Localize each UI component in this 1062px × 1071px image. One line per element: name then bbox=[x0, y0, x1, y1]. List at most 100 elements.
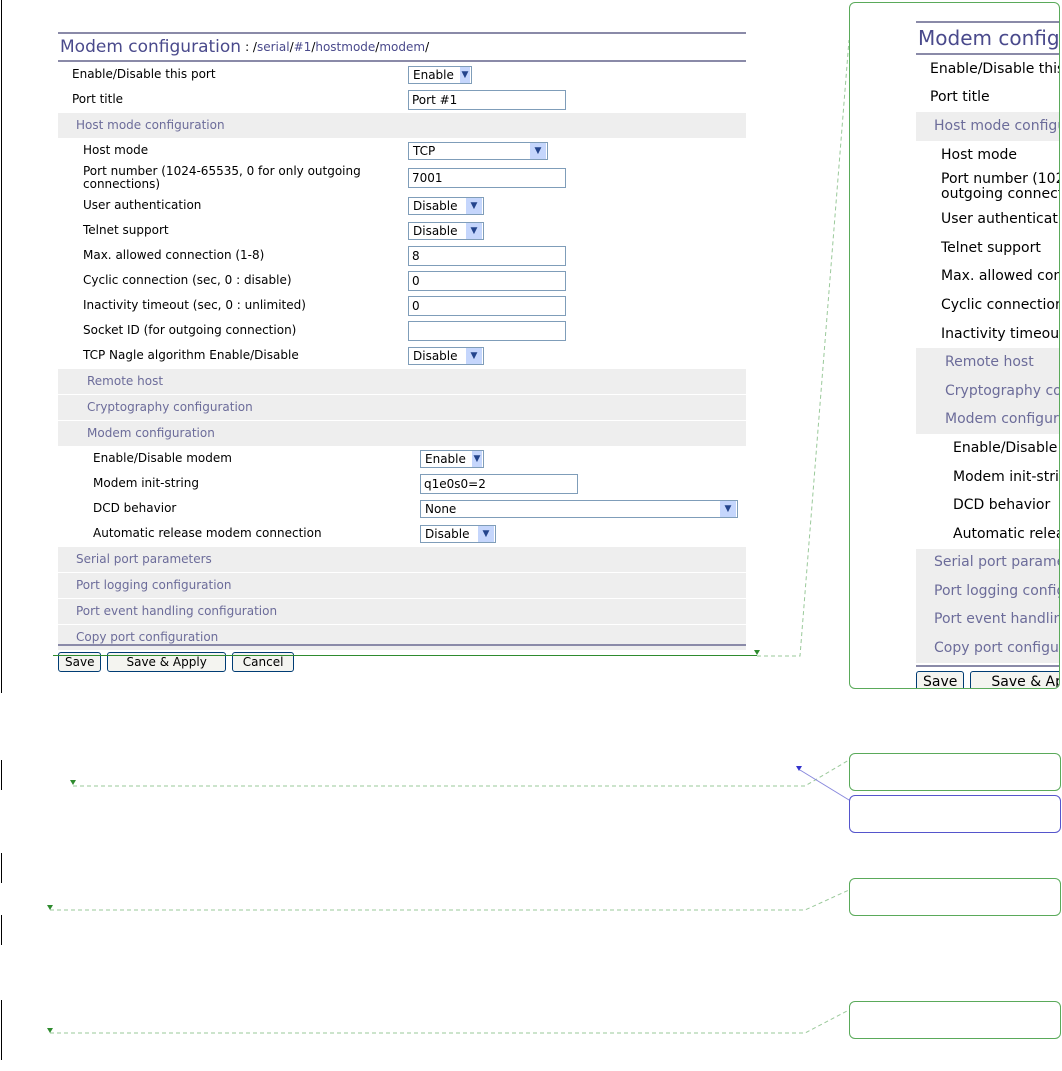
preview-row: Cyclic connection (sec, 0 : disable) bbox=[916, 291, 1059, 320]
telnet-support-select[interactable]: Disable ▼ bbox=[408, 221, 484, 240]
host-mode-select[interactable]: TCP ▼ bbox=[408, 141, 548, 160]
chevron-down-icon[interactable]: ▼ bbox=[466, 347, 482, 364]
comment-box-selected[interactable] bbox=[849, 795, 1061, 833]
preview-label: Host mode bbox=[941, 146, 1018, 163]
tcp-nagle-algorithm-enable-disable-select[interactable]: Disable ▼ bbox=[408, 346, 484, 365]
chevron-down-icon[interactable]: ▼ bbox=[478, 525, 494, 542]
preview-row: Modem init-string bbox=[916, 463, 1059, 492]
preview-label: Remote host bbox=[945, 354, 1034, 371]
margin-bar bbox=[1, 760, 2, 790]
preview-row: Port title bbox=[916, 84, 1059, 113]
select-value: TCP bbox=[413, 143, 436, 158]
chevron-down-icon[interactable]: ▼ bbox=[466, 197, 482, 214]
section-remote-host[interactable]: Remote host bbox=[58, 368, 746, 394]
port-title-input[interactable]: Port #1 bbox=[408, 89, 566, 110]
preview-row: Automatic release modem connection bbox=[916, 520, 1059, 549]
preview-save-apply-button: Save & Apply bbox=[970, 670, 1059, 688]
preview-label: Max. allowed connection (1-8) bbox=[941, 268, 1059, 285]
port-number-1024-65535-0-for-only-outgoing-connections-input[interactable]: 7001 bbox=[408, 168, 566, 188]
comment-preview-box[interactable]: Modem configuration Enable/Disable this … bbox=[849, 2, 1060, 689]
preview-row: User authentication bbox=[916, 205, 1059, 234]
comment-anchor-line bbox=[53, 655, 757, 656]
preview-row: Port number (1024-65535, 0 for only outg… bbox=[916, 169, 1059, 205]
form-row-max-allowed-connection-1-8: Max. allowed connection (1-8) 8 bbox=[58, 243, 746, 268]
dcd-behavior-select[interactable]: None ▼ bbox=[420, 499, 738, 518]
form-row-enable-disable-modem: Enable/Disable modem Enable ▼ bbox=[58, 446, 746, 471]
preview-row: Enable/Disable this port bbox=[916, 55, 1059, 84]
chevron-down-icon[interactable]: ▼ bbox=[530, 142, 546, 159]
section-label: Serial port parameters bbox=[76, 552, 212, 566]
form-row-telnet-support: Telnet support Disable ▼ bbox=[58, 218, 746, 243]
preview-label: Port event handling configuration bbox=[934, 611, 1059, 628]
preview-row: Cryptography configuration bbox=[916, 376, 1059, 406]
automatic-release-modem-connection-select[interactable]: Disable ▼ bbox=[420, 524, 496, 543]
preview-button-bar: Save Save & Apply bbox=[916, 664, 1059, 688]
comment-box[interactable] bbox=[849, 753, 1061, 791]
form-row-inactivity-timeout-sec-0-unlimited: Inactivity timeout (sec, 0 : unlimited) 0 bbox=[58, 293, 746, 318]
form-row-port-number-1024-65535-0-for-only-outgoing-connections: Port number (1024-65535, 0 for only outg… bbox=[58, 163, 746, 193]
section-host-mode-configuration[interactable]: Host mode configuration bbox=[58, 112, 746, 138]
form-row-cyclic-connection-sec-0-disable: Cyclic connection (sec, 0 : disable) 0 bbox=[58, 268, 746, 293]
breadcrumb: : /serial/#1/hostmode/modem/ bbox=[245, 40, 430, 54]
preview-title: Modem configuration bbox=[916, 21, 1059, 55]
preview-label: Host mode configuration bbox=[934, 117, 1059, 134]
field-label: Modem init-string bbox=[93, 476, 199, 490]
section-label: Copy port configuration bbox=[76, 630, 219, 644]
inactivity-timeout-sec-0-unlimited-input[interactable]: 0 bbox=[408, 295, 566, 316]
field-label: TCP Nagle algorithm Enable/Disable bbox=[83, 348, 299, 362]
preview-label: Automatic release modem connection bbox=[953, 525, 1059, 542]
section-label: Port event handling configuration bbox=[76, 604, 278, 618]
preview-label: Modem init-string bbox=[953, 468, 1059, 485]
socket-id-for-outgoing-connection-input[interactable] bbox=[408, 320, 566, 341]
section-label: Host mode configuration bbox=[76, 118, 225, 132]
comment-box[interactable] bbox=[849, 1001, 1061, 1039]
chevron-down-icon[interactable]: ▼ bbox=[459, 66, 470, 83]
preview-label: Enable/Disable this port bbox=[930, 60, 1059, 77]
breadcrumb-link-hostmode[interactable]: hostmode bbox=[315, 40, 375, 54]
preview-row: Telnet support bbox=[916, 234, 1059, 263]
section-modem-configuration[interactable]: Modem configuration bbox=[58, 420, 746, 446]
section-cryptography-configuration[interactable]: Cryptography configuration bbox=[58, 394, 746, 420]
preview-row: Host mode bbox=[916, 141, 1059, 170]
form-row-host-mode: Host mode TCP ▼ bbox=[58, 138, 746, 163]
preview-rows: Enable/Disable this port Port title Host m… bbox=[916, 55, 1059, 663]
max-allowed-connection-1-8-input[interactable]: 8 bbox=[408, 245, 566, 266]
preview-row: DCD behavior bbox=[916, 491, 1059, 520]
comment-anchor-marker bbox=[47, 905, 53, 910]
chevron-down-icon[interactable]: ▼ bbox=[466, 222, 482, 239]
field-label: Host mode bbox=[83, 143, 149, 157]
field-label: Enable/Disable modem bbox=[93, 451, 232, 465]
comment-anchor-marker bbox=[754, 650, 760, 655]
preview-row: Copy port configuration bbox=[916, 634, 1059, 663]
form-rows: Enable/Disable this port Enable ▼ Port titl… bbox=[58, 62, 746, 650]
enable-disable-modem-select[interactable]: Enable ▼ bbox=[420, 449, 484, 468]
chevron-down-icon[interactable]: ▼ bbox=[471, 450, 482, 467]
chevron-down-icon[interactable]: ▼ bbox=[720, 500, 736, 517]
form-row-tcp-nagle-algorithm-enable-disable: TCP Nagle algorithm Enable/Disable Disabl… bbox=[58, 343, 746, 368]
modem-init-string-input[interactable]: q1e0s0=2 bbox=[420, 473, 578, 494]
comment-box[interactable] bbox=[849, 878, 1061, 916]
comment-anchor-marker bbox=[47, 1028, 53, 1033]
page-title: Modem configuration bbox=[60, 37, 242, 57]
section-port-logging-configuration[interactable]: Port logging configuration bbox=[58, 572, 746, 598]
form-row-port-title: Port title Port #1 bbox=[58, 87, 746, 112]
field-label: Cyclic connection (sec, 0 : disable) bbox=[83, 273, 292, 287]
preview-label: Port logging configuration bbox=[934, 582, 1059, 599]
cyclic-connection-sec-0-disable-input[interactable]: 0 bbox=[408, 270, 566, 291]
preview-save-button: Save bbox=[916, 670, 965, 688]
section-serial-port-parameters[interactable]: Serial port parameters bbox=[58, 546, 746, 572]
breadcrumb-link-serial[interactable]: serial bbox=[257, 40, 290, 54]
select-value: Disable bbox=[413, 198, 458, 213]
select-value: None bbox=[425, 501, 457, 516]
breadcrumb-link-port[interactable]: #1 bbox=[294, 40, 312, 54]
breadcrumb-sep: : / bbox=[245, 40, 257, 54]
field-label: DCD behavior bbox=[93, 501, 177, 515]
user-authentication-select[interactable]: Disable ▼ bbox=[408, 196, 484, 215]
section-port-event-handling-configuration[interactable]: Port event handling configuration bbox=[58, 598, 746, 624]
form-row-socket-id-for-outgoing-connection: Socket ID (for outgoing connection) bbox=[58, 318, 746, 343]
select-value: Enable bbox=[413, 67, 454, 82]
enable-disable-this-port-select[interactable]: Enable ▼ bbox=[408, 65, 472, 84]
breadcrumb-link-modem[interactable]: modem bbox=[379, 40, 425, 54]
preview-row: Port event handling configuration bbox=[916, 605, 1059, 635]
preview-label: Serial port parameters bbox=[934, 554, 1059, 571]
